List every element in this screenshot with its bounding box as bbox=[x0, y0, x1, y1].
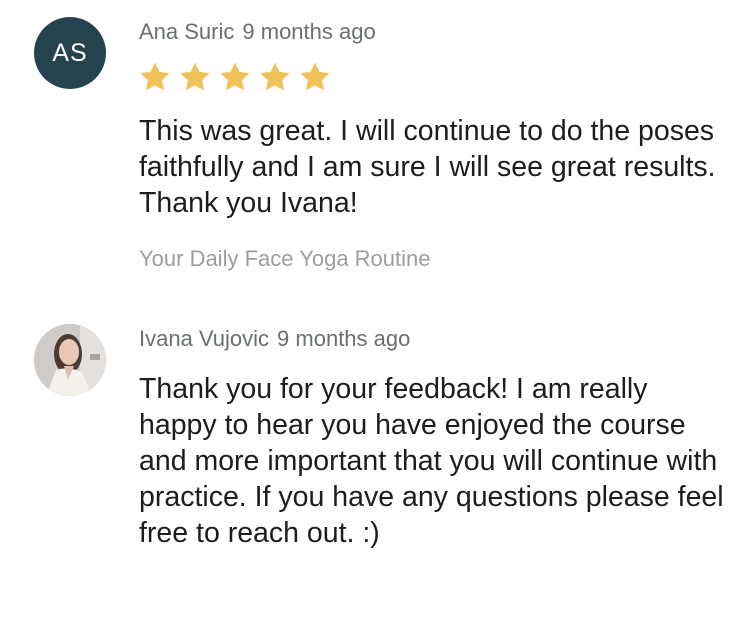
review-text: This was great. I will continue to do th… bbox=[139, 115, 716, 219]
avatar-initials: AS bbox=[52, 38, 88, 67]
star-icon bbox=[260, 62, 290, 91]
response-time: 9 months ago bbox=[277, 326, 411, 351]
review-meta: Ana Suric 9 months ago bbox=[139, 17, 376, 47]
avatar[interactable]: AS bbox=[34, 17, 106, 89]
star-icon bbox=[220, 62, 250, 91]
course-link[interactable]: Your Daily Face Yoga Routine bbox=[139, 244, 431, 274]
star-icon bbox=[300, 62, 330, 91]
review-meta: Ivana Vujovic 9 months ago bbox=[139, 324, 410, 354]
star-icon bbox=[180, 62, 210, 91]
profile-photo bbox=[34, 324, 106, 396]
avatar[interactable] bbox=[34, 324, 106, 396]
response-author[interactable]: Ivana Vujovic bbox=[139, 326, 269, 351]
review-author[interactable]: Ana Suric bbox=[139, 19, 234, 44]
response-text: Thank you for your feedback! I am really… bbox=[139, 373, 724, 549]
review-time: 9 months ago bbox=[242, 19, 376, 44]
star-icon bbox=[140, 62, 170, 91]
star-rating bbox=[137, 60, 333, 94]
